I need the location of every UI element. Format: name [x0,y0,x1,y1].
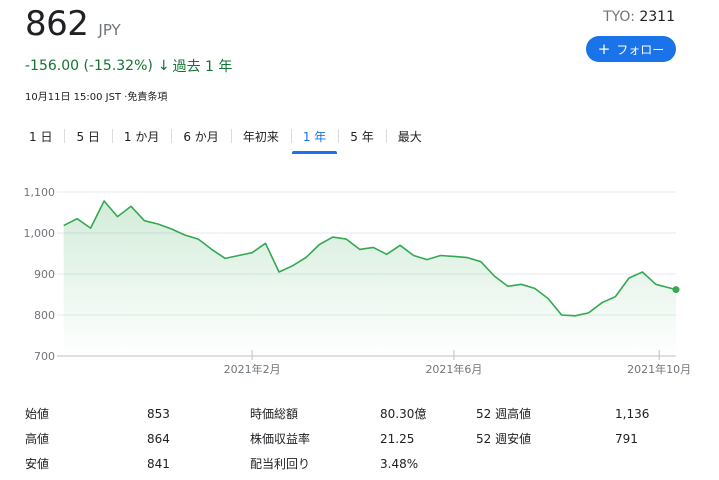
price-area [63,201,676,356]
tab-1-day[interactable]: 1 日 [17,126,64,146]
tab-max[interactable]: 最大 [385,126,434,146]
stats-row: 始値 853 時価総額 80.30億 52 週高値 1,136 [25,401,685,426]
follow-button-label: フォロー [616,42,665,57]
y-tick-label: 900 [34,268,55,281]
ticker-label: TYO: 2311 [603,9,675,25]
tab-ytd[interactable]: 年初来 [230,126,291,146]
stat-open-value: 853 [147,406,170,421]
stat-52w-low-value: 791 [615,431,638,446]
stat-pe-ratio-value: 21.25 [380,431,415,446]
stat-52w-high-value: 1,136 [615,406,650,421]
x-tick-label: 2021年10月 [627,362,691,376]
stat-52w-high-label: 52 週高値 [476,407,532,421]
y-tick-label: 800 [34,309,55,322]
change-value: -156.00 (-15.32%) [25,58,153,74]
tab-6-months[interactable]: 6 か月 [171,126,230,146]
price-change: -156.00 (-15.32%) ↓ 過去 1 年 [25,56,232,76]
stat-high-value: 864 [147,431,170,446]
stat-pe-ratio-label: 株価収益率 [250,432,311,446]
tab-1-year[interactable]: 1 年 [290,126,338,154]
tab-5-days[interactable]: 5 日 [64,126,111,146]
stat-52w-low-label: 52 週安値 [476,432,532,446]
timestamp-disclaimer[interactable]: 10月11日 15:00 JST ·免責条項 [25,88,167,103]
stat-low-label: 安値 [25,457,50,471]
stat-market-cap-value: 80.30億 [380,407,427,421]
stats-row: 高値 864 株価収益率 21.25 52 週安値 791 [25,426,685,451]
stat-low-value: 841 [147,456,170,471]
current-price: 862 [25,4,89,44]
stat-dividend-yield-label: 配当利回り [250,457,311,471]
latest-price-marker [672,286,680,294]
arrow-down-icon: ↓ [157,58,170,74]
x-tick-label: 2021年2月 [224,362,281,376]
follow-button[interactable]: + フォロー [586,36,676,62]
plus-icon: + [597,39,611,58]
tab-5-years[interactable]: 5 年 [338,126,385,146]
price-header: 862 JPY [25,4,121,44]
stats-row: 安値 841 配当利回り 3.48% [25,451,685,476]
exchange-label: TYO: [603,9,640,25]
y-tick-label: 1,000 [24,227,56,240]
y-tick-label: 1,100 [24,186,56,199]
stat-high-label: 高値 [25,432,50,446]
price-chart[interactable]: 1,100 1,000 900 800 700 2021年2月 2021年6月 2021年1… [0,168,719,383]
ticker-symbol: 2311 [639,9,675,25]
range-tabs: 1 日 5 日 1 か月 6 か月 年初来 1 年 5 年 最大 [17,126,434,154]
tab-1-month[interactable]: 1 か月 [111,126,171,146]
stat-open-label: 始値 [25,407,50,421]
stat-dividend-yield-value: 3.48% [380,456,419,471]
stat-market-cap-label: 時価総額 [250,407,299,421]
y-tick-label: 700 [34,350,55,363]
currency-label: JPY [98,21,121,39]
change-period: 過去 1 年 [172,59,233,75]
x-tick-label: 2021年6月 [425,362,482,376]
key-stats: 始値 853 時価総額 80.30億 52 週高値 1,136 高値 864 株… [25,401,685,476]
